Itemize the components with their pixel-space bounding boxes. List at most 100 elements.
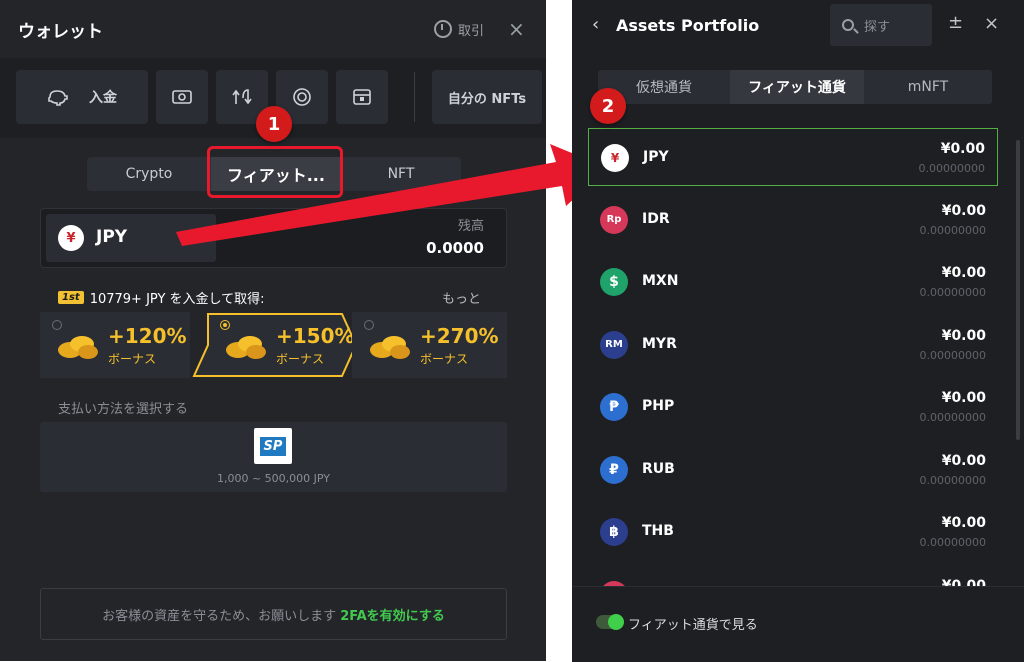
currency-value: ¥0.00 xyxy=(941,202,986,219)
currency-code: RUB xyxy=(642,460,675,477)
bonus-options: +120% ボーナス +150% ボーナス +270% ボーナス xyxy=(40,312,507,378)
deposit-button[interactable]: 入金 xyxy=(16,70,148,124)
yen-icon: ¥ xyxy=(58,225,84,251)
currency-value: ¥0.00 xyxy=(941,452,986,469)
currency-icon: Rp xyxy=(600,205,628,234)
currency-icon: ₱ xyxy=(600,393,628,421)
bonus-label: ボーナス xyxy=(420,352,469,366)
currency-amount: 0.00000000 xyxy=(919,286,986,299)
piggy-bank-icon xyxy=(48,90,68,106)
toolbar-divider xyxy=(414,72,415,122)
back-chevron-icon[interactable]: ‹ xyxy=(592,14,599,35)
twofa-banner: お客様の資産を守るため、お願いします 2FAを有効にする xyxy=(40,588,507,640)
currency-value: ¥0.00 xyxy=(941,577,986,587)
gold-coins-icon xyxy=(370,336,410,359)
currency-code: JPY xyxy=(96,227,128,247)
tab-mnft[interactable]: mNFT xyxy=(864,70,992,104)
currency-row[interactable]: ¥ JPY ¥0.00 0.00000000 xyxy=(588,128,998,186)
vault-button[interactable] xyxy=(336,70,388,124)
deposit-label: 入金 xyxy=(89,90,117,106)
bonus-option-1[interactable]: +120% ボーナス xyxy=(40,312,190,378)
currency-amount: 0.00000000 xyxy=(919,411,986,424)
twofa-text: お客様の資産を守るため、お願いします xyxy=(102,608,337,624)
close-icon[interactable]: × xyxy=(508,19,525,39)
tab-fiat[interactable]: フィアット通貨 xyxy=(730,70,864,104)
radio-icon xyxy=(52,320,62,330)
payment-range: 1,000 ~ 500,000 JPY xyxy=(216,472,331,485)
currency-row[interactable]: ₽ RUB ¥0.00 0.00000000 xyxy=(588,441,998,499)
arrow-annotation xyxy=(176,144,608,246)
coin-icon xyxy=(293,88,311,106)
bonus-label: ボーナス xyxy=(276,352,325,366)
plus-minus-icon[interactable]: ± xyxy=(948,12,963,33)
currency-value: ¥0.00 xyxy=(940,141,985,157)
currency-code: IDR xyxy=(642,210,670,227)
bonus-percent: +270% xyxy=(420,324,499,348)
currency-code: JPY xyxy=(643,149,669,165)
sp-logo: SP xyxy=(254,428,292,464)
payment-method-option[interactable]: SP 1,000 ~ 500,000 JPY xyxy=(40,422,507,492)
portfolio-header: ‹ Assets Portfolio 探す ± × xyxy=(572,0,1024,52)
cash-icon xyxy=(172,90,192,104)
payment-method-label: 支払い方法を選択する xyxy=(58,402,189,417)
wallet-header: ウォレット 取引 × xyxy=(0,0,546,58)
radio-selected-icon xyxy=(220,320,230,330)
currency-icon: ฿ xyxy=(600,518,628,546)
currency-icon: ₽ xyxy=(600,455,628,484)
currency-code: MYR xyxy=(642,335,677,352)
currency-value: ¥0.00 xyxy=(941,327,986,344)
my-nfts-button[interactable]: 自分の NFTs xyxy=(432,70,542,124)
currency-row[interactable]: Rp IDR ¥0.00 0.00000000 xyxy=(588,191,998,249)
currency-value: ¥0.00 xyxy=(941,265,986,281)
fiat-view-toggle[interactable] xyxy=(596,614,624,630)
step-badge-1: 1 xyxy=(256,106,292,142)
enable-2fa-link[interactable]: 2FAを有効にする xyxy=(340,605,445,624)
promo-line: 1st 10779+ JPY を入金して取得: xyxy=(58,288,265,307)
currency-icon: RM xyxy=(600,330,628,359)
currency-code: THB xyxy=(642,523,674,539)
portfolio-footer: フィアット通貨で見る xyxy=(572,586,1024,662)
portfolio-tabs: 仮想通貨 フィアット通貨 mNFT xyxy=(598,70,992,104)
currency-icon: ¥ xyxy=(601,144,629,172)
portfolio-title: Assets Portfolio xyxy=(616,16,760,35)
search-placeholder: 探す xyxy=(864,19,891,35)
currency-amount: 0.00000000 xyxy=(919,536,986,549)
step-badge-2: 2 xyxy=(590,88,626,124)
currency-amount: 0.00000000 xyxy=(919,348,986,362)
assets-portfolio-panel: ‹ Assets Portfolio 探す ± × 仮想通貨 フィアット通貨 m… xyxy=(572,0,1024,662)
scrollbar[interactable] xyxy=(1016,140,1020,440)
cash-button[interactable] xyxy=(156,70,208,124)
currency-value: ¥0.00 xyxy=(941,515,986,531)
bonus-option-3[interactable]: +270% ボーナス xyxy=(352,312,507,378)
currency-amount: 0.00000000 xyxy=(919,223,986,237)
history-icon xyxy=(434,20,452,38)
search-input[interactable]: 探す xyxy=(830,4,932,46)
wallet-panel: ウォレット 取引 × 入金 自分の NFTs Crypto フィアット... N… xyxy=(0,0,546,661)
bonus-percent: +120% xyxy=(108,324,187,348)
currency-row[interactable]: $ MXN ¥0.00 0.00000000 xyxy=(588,253,998,311)
currency-icon: $ xyxy=(600,268,628,296)
more-link[interactable]: もっと xyxy=(442,288,481,307)
currency-row[interactable]: ฿ THB ¥0.00 0.00000000 xyxy=(588,503,998,561)
close-icon[interactable]: × xyxy=(984,13,999,34)
bonus-percent: +150% xyxy=(276,324,355,348)
history-label: 取引 xyxy=(458,23,485,39)
fiat-view-label: フィアット通貨で見る xyxy=(628,618,758,633)
history-button[interactable]: 取引 × xyxy=(434,19,525,39)
currency-row[interactable]: ₱ PHP ¥0.00 0.00000000 xyxy=(588,378,998,436)
radio-icon xyxy=(364,320,374,330)
vault-icon xyxy=(353,89,371,105)
gold-coins-icon xyxy=(58,336,98,359)
currency-row[interactable]: RM MYR ¥0.00 0.00000000 xyxy=(588,316,998,374)
gold-coins-icon xyxy=(226,336,266,359)
first-deposit-badge: 1st xyxy=(58,291,84,304)
bonus-label: ボーナス xyxy=(108,352,157,366)
currency-code: MXN xyxy=(642,273,679,289)
bonus-option-2[interactable]: +150% ボーナス xyxy=(208,312,355,378)
promo-text: 10779+ JPY を入金して取得: xyxy=(89,292,265,307)
currency-code: PHP xyxy=(642,398,675,414)
search-icon xyxy=(842,19,854,31)
currency-row[interactable]: ¥0.00 xyxy=(588,566,998,587)
currency-list: ¥ JPY ¥0.00 0.00000000 Rp IDR ¥0.00 0.00000000 $… xyxy=(588,128,998,586)
currency-amount: 0.00000000 xyxy=(918,162,985,175)
